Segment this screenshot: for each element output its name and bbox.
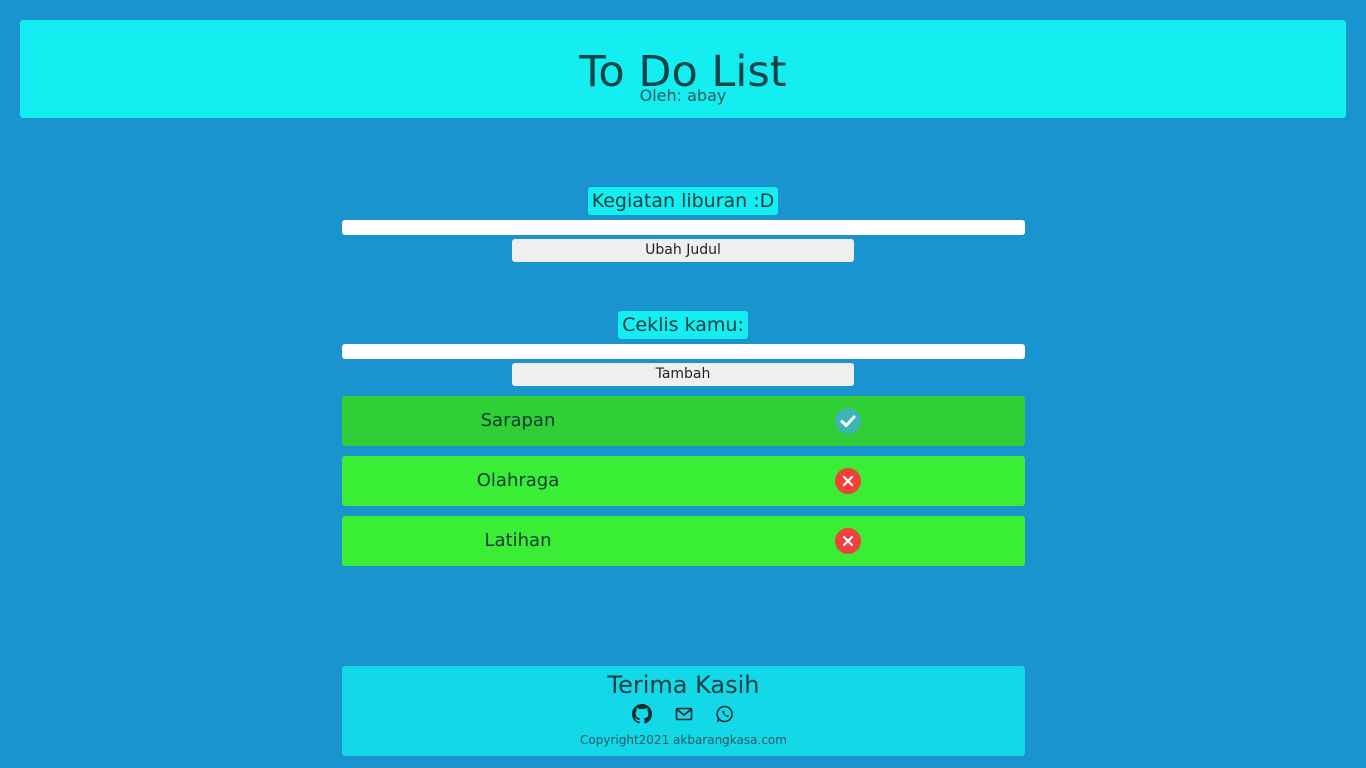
footer-title: Terima Kasih — [607, 671, 760, 699]
copyright-text: Copyright2021 akbarangkasa.com — [580, 733, 787, 747]
github-icon[interactable] — [632, 704, 653, 724]
footer-icon-links — [342, 704, 1025, 724]
change-title-button[interactable]: Ubah Judul — [512, 239, 854, 262]
list-title: Kegiatan liburan :D — [587, 187, 779, 215]
title-input[interactable] — [342, 220, 1025, 235]
checklist-label-wrap: Ceklis kamu: — [0, 311, 1366, 339]
check-circle-icon[interactable] — [835, 408, 861, 434]
list-title-wrap: Kegiatan liburan :D — [0, 187, 1366, 215]
app-header: To Do List Oleh: abay — [20, 20, 1346, 118]
todo-item-olahraga: Olahraga — [342, 456, 1025, 506]
new-item-input[interactable] — [342, 344, 1025, 359]
x-circle-icon[interactable] — [835, 468, 861, 494]
todo-label: Olahraga — [476, 470, 560, 491]
todo-label: Sarapan — [480, 410, 556, 431]
whatsapp-icon[interactable] — [715, 704, 735, 724]
mail-icon[interactable] — [674, 704, 694, 724]
footer: Terima Kasih Copyright2021 akbarangkasa.… — [342, 666, 1025, 756]
todo-item-sarapan: Sarapan — [342, 396, 1025, 446]
todo-item-latihan: Latihan — [342, 516, 1025, 566]
todo-label: Latihan — [484, 530, 552, 551]
checklist-label: Ceklis kamu: — [618, 311, 748, 339]
x-circle-icon[interactable] — [835, 528, 861, 554]
author-label: Oleh: abay — [639, 86, 727, 105]
add-item-button[interactable]: Tambah — [512, 363, 854, 386]
